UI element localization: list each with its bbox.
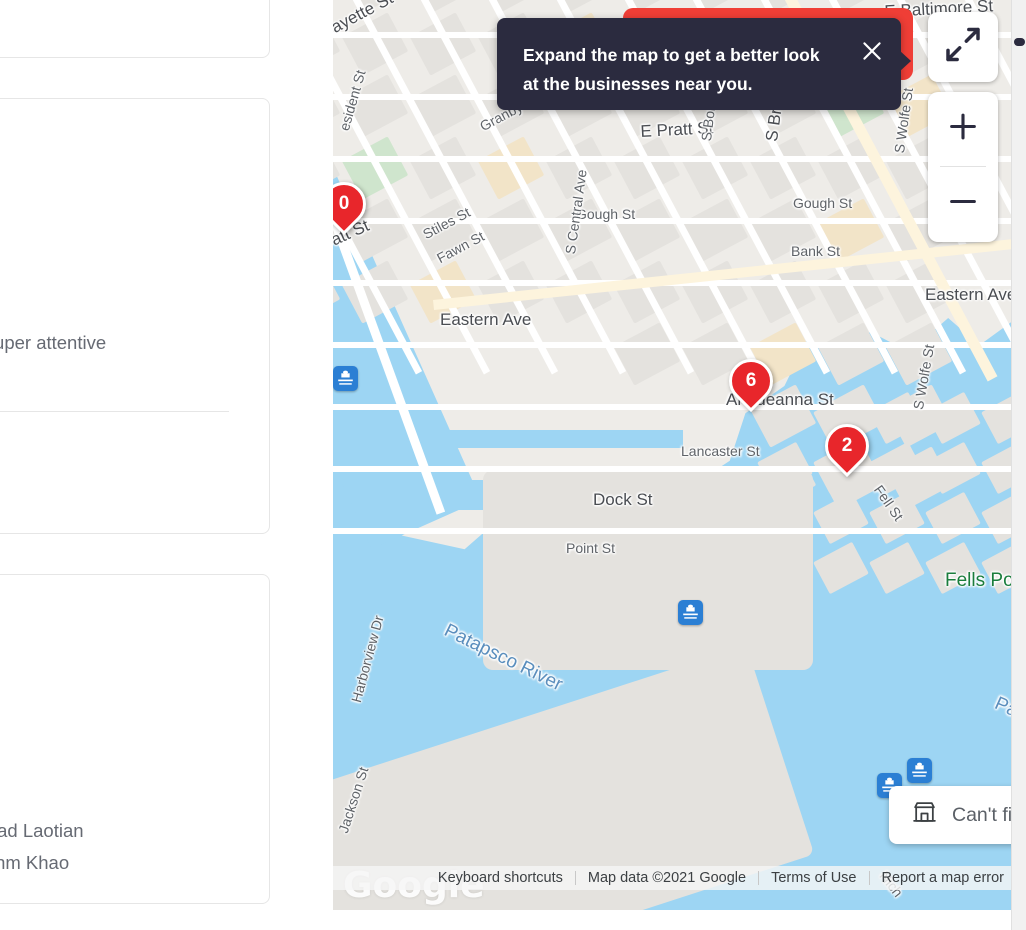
review-snippet-line-1: ver had Laotian bbox=[0, 820, 84, 841]
expand-map-tooltip: Expand the map to get a better look at t… bbox=[497, 18, 901, 110]
plus-icon bbox=[946, 110, 980, 149]
tooltip-message: Expand the map to get a better look at t… bbox=[523, 45, 820, 94]
attribution-map-data: Map data ©2021 Google bbox=[587, 870, 747, 886]
zoom-in-button[interactable] bbox=[928, 92, 998, 166]
review-card[interactable] bbox=[0, 0, 270, 58]
attribution-keyboard-shortcuts[interactable]: Keyboard shortcuts bbox=[426, 870, 575, 886]
map-canvas[interactable]: ayette St E Baltimore St Granby St E Pratt … bbox=[333, 0, 1011, 910]
results-panel: f is super attentive ver had Laotian e N… bbox=[0, 0, 333, 930]
marker-count: 0 bbox=[338, 193, 350, 214]
ferry-terminal-icon[interactable] bbox=[907, 758, 932, 783]
add-business-prompt: Can't find the business? bbox=[952, 803, 1011, 826]
ferry-terminal-icon[interactable] bbox=[678, 600, 703, 625]
marker-count: 6 bbox=[745, 370, 757, 391]
ferry-terminal-icon[interactable] bbox=[333, 366, 358, 391]
map-attribution-bar: Keyboard shortcuts Map data ©2021 Google… bbox=[333, 866, 1011, 890]
minus-icon bbox=[946, 185, 980, 224]
expand-map-button[interactable] bbox=[928, 12, 998, 82]
storefront-icon bbox=[911, 800, 938, 830]
attribution-report-map-error[interactable]: Report a map error bbox=[870, 870, 1012, 886]
scrollbar-thumb[interactable] bbox=[1014, 38, 1025, 46]
tooltip-pointer bbox=[899, 50, 911, 72]
zoom-out-button[interactable] bbox=[928, 167, 998, 241]
page-scrollbar[interactable] bbox=[1011, 0, 1026, 930]
marker-count: 2 bbox=[841, 435, 853, 456]
review-snippet-line-2: e Nahm Khao bbox=[0, 852, 70, 873]
map-bottom-strip bbox=[333, 910, 1011, 930]
zoom-controls bbox=[928, 92, 998, 242]
review-snippet: f is super attentive bbox=[0, 332, 107, 353]
close-icon[interactable] bbox=[859, 38, 885, 64]
review-card[interactable]: f is super attentive bbox=[0, 98, 270, 534]
map-viewport[interactable]: ayette St E Baltimore St Granby St E Pratt … bbox=[333, 0, 1011, 930]
expand-arrows-icon bbox=[943, 25, 983, 70]
map-search-screen: f is super attentive ver had Laotian e N… bbox=[0, 0, 1026, 930]
add-business-bar[interactable]: Can't find the business? Add it here bbox=[889, 786, 1011, 844]
review-card[interactable]: ver had Laotian e Nahm Khao bbox=[0, 574, 270, 904]
attribution-terms-of-use[interactable]: Terms of Use bbox=[759, 870, 868, 886]
inlet-water bbox=[433, 430, 683, 448]
card-divider bbox=[0, 411, 229, 412]
